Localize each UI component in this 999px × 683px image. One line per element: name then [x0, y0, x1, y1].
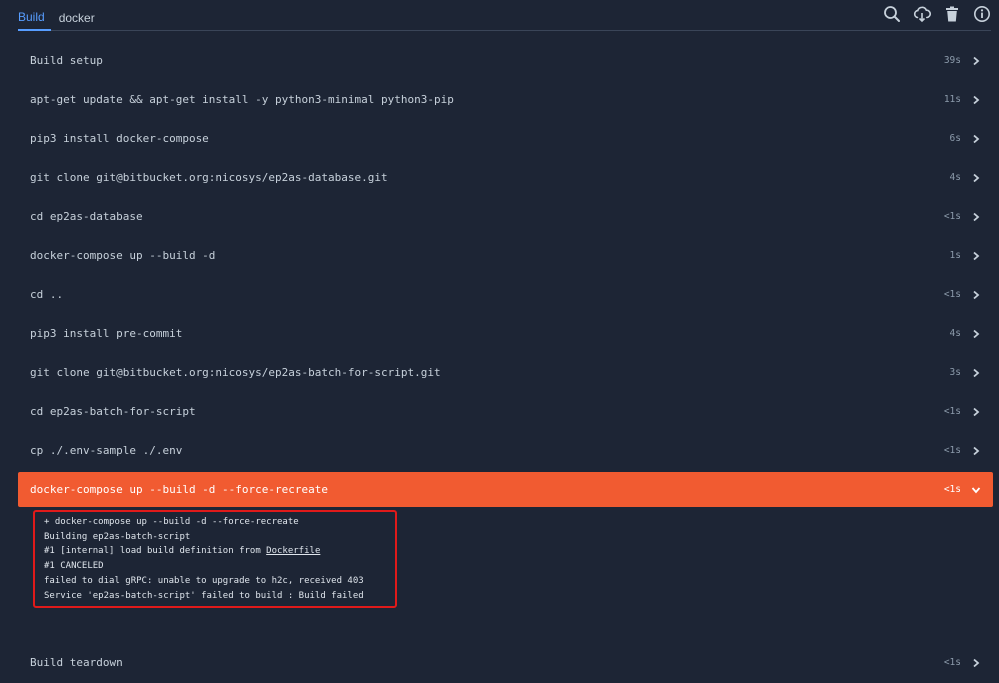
- step-docker-compose-up[interactable]: docker-compose up --build -d 1s: [18, 238, 993, 273]
- log-text: #1 [internal] load build definition from: [44, 546, 267, 557]
- step-command: docker-compose up --build -d: [30, 249, 216, 262]
- step-duration: <1s: [943, 445, 961, 456]
- step-command: cd ep2as-batch-for-script: [30, 405, 196, 418]
- step-command: pip3 install docker-compose: [30, 132, 209, 145]
- cloud-download-icon[interactable]: [913, 5, 931, 23]
- step-build-setup[interactable]: Build setup 39s: [18, 43, 993, 78]
- step-cp-env[interactable]: cp ./.env-sample ./.env <1s: [18, 433, 993, 468]
- chevron-right-icon: [971, 56, 981, 66]
- step-log-output: + docker-compose up --build -d --force-r…: [33, 510, 397, 608]
- chevron-right-icon: [971, 329, 981, 339]
- log-line: failed to dial gRPC: unable to upgrade t…: [44, 575, 364, 586]
- log-line: #1 CANCELED: [44, 561, 104, 572]
- step-duration: 3s: [949, 367, 961, 378]
- step-pip3-docker-compose[interactable]: pip3 install docker-compose 6s: [18, 121, 993, 156]
- step-duration: 4s: [949, 328, 961, 339]
- search-icon[interactable]: [883, 5, 901, 23]
- step-cd-parent[interactable]: cd .. <1s: [18, 277, 993, 312]
- step-pip3-pre-commit[interactable]: pip3 install pre-commit 4s: [18, 316, 993, 351]
- step-build-teardown[interactable]: Build teardown <1s: [18, 645, 993, 680]
- step-duration: <1s: [943, 406, 961, 417]
- chevron-right-icon: [971, 290, 981, 300]
- chevron-right-icon: [971, 95, 981, 105]
- log-line: Service 'ep2as-batch-script' failed to b…: [44, 590, 364, 601]
- step-command: git clone git@bitbucket.org:nicosys/ep2a…: [30, 366, 441, 379]
- step-duration: <1s: [943, 211, 961, 222]
- step-command: apt-get update && apt-get install -y pyt…: [30, 93, 454, 106]
- step-git-clone-database[interactable]: git clone git@bitbucket.org:nicosys/ep2a…: [18, 160, 993, 195]
- chevron-right-icon: [971, 134, 981, 144]
- step-apt-get[interactable]: apt-get update && apt-get install -y pyt…: [18, 82, 993, 117]
- step-git-clone-batch[interactable]: git clone git@bitbucket.org:nicosys/ep2a…: [18, 355, 993, 390]
- log-line: + docker-compose up --build -d --force-r…: [44, 517, 299, 527]
- step-docker-compose-force-recreate-failed[interactable]: docker-compose up --build -d --force-rec…: [18, 472, 993, 507]
- step-command: cd ..: [30, 288, 64, 301]
- tab-build[interactable]: Build: [18, 9, 51, 31]
- step-duration: 1s: [949, 250, 961, 261]
- step-duration: 39s: [943, 55, 961, 66]
- tab-docker[interactable]: docker: [59, 8, 101, 30]
- dockerfile-link[interactable]: Dockerfile: [266, 546, 320, 556]
- step-duration: 4s: [949, 172, 961, 183]
- chevron-right-icon: [971, 251, 981, 261]
- step-command: pip3 install pre-commit: [30, 327, 183, 340]
- step-command: cd ep2as-database: [30, 210, 143, 223]
- step-command: cp ./.env-sample ./.env: [30, 444, 183, 457]
- chevron-right-icon: [971, 173, 981, 183]
- log-line: #1 [internal] load build definition from…: [44, 544, 395, 559]
- build-steps-list: Build setup 39s apt-get update && apt-ge…: [18, 43, 993, 511]
- step-command: Build setup: [30, 54, 103, 67]
- step-duration: 11s: [943, 94, 961, 105]
- step-cd-database[interactable]: cd ep2as-database <1s: [18, 199, 993, 234]
- step-command: docker-compose up --build -d --force-rec…: [30, 483, 329, 496]
- log-line: Building ep2as-batch-script: [44, 531, 191, 542]
- chevron-right-icon: [971, 446, 981, 456]
- step-command: Build teardown: [30, 656, 123, 669]
- step-duration: <1s: [943, 484, 961, 495]
- tab-bar: Build docker: [18, 0, 991, 31]
- info-icon[interactable]: [973, 5, 991, 23]
- toolbar: [883, 5, 991, 23]
- chevron-right-icon: [971, 368, 981, 378]
- chevron-right-icon: [971, 653, 981, 672]
- chevron-right-icon: [971, 407, 981, 417]
- trash-icon[interactable]: [943, 5, 961, 23]
- chevron-right-icon: [971, 212, 981, 222]
- chevron-down-icon: [971, 485, 981, 495]
- step-duration: 6s: [949, 133, 961, 144]
- step-cd-batch[interactable]: cd ep2as-batch-for-script <1s: [18, 394, 993, 429]
- step-duration: <1s: [943, 657, 961, 668]
- step-duration: <1s: [943, 289, 961, 300]
- step-command: git clone git@bitbucket.org:nicosys/ep2a…: [30, 171, 388, 184]
